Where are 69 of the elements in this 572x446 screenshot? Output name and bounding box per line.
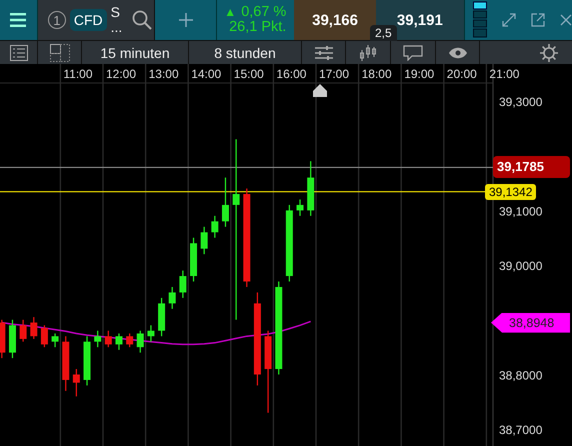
menu-icon [10,13,26,27]
position-marker-icon[interactable] [313,84,327,97]
candlestick [72,369,80,396]
average-price-tag: 38,8948 [491,312,570,333]
candlestick [84,336,91,386]
candlestick [136,330,144,353]
time-label: 18:00 [362,67,392,81]
time-label: 21:00 [489,67,520,81]
candlestick [307,161,314,216]
up-arrow-icon: ▲ [224,5,236,20]
candlestick [0,320,6,358]
candlestick [30,317,38,339]
candlestick [40,325,48,348]
candlestick [200,226,208,254]
popout-icon[interactable] [530,13,545,27]
candlestick [115,333,122,350]
candlestick [62,336,70,391]
time-label: 16:00 [276,67,306,81]
time-label: 11:00 [63,67,93,81]
instrument-type-badge: CFD [70,9,107,31]
price-line-tag: 39,1342 [485,184,536,200]
candlestick [190,238,198,282]
interval-button[interactable]: 15 minuten [82,41,189,64]
price-label: 39,1000 [499,204,542,218]
time-label: 17:00 [319,67,350,81]
candlestick [104,330,112,348]
range-button[interactable]: 8 stunden [189,41,302,64]
bid-button[interactable]: 39,166 [294,0,376,40]
level-bars-icon [472,1,487,39]
expand-icon[interactable] [502,13,516,27]
candlestick [158,298,166,336]
candlestick [179,270,186,298]
candlestick [20,320,27,342]
symbol-more: ... [110,20,122,35]
plus-icon [178,13,192,27]
current-price-tag: 39,1785 [493,156,570,178]
eye-icon [448,46,466,58]
close-icon[interactable] [560,14,572,26]
price-label: 38,8000 [499,368,542,382]
time-label: 19:00 [404,67,434,81]
candlestick [222,178,229,227]
time-label: 12:00 [106,67,136,81]
time-label: 14:00 [191,67,222,81]
candlestick [52,333,59,348]
symbol: S [110,5,121,20]
candlestick [147,325,154,342]
price-label: 39,0000 [499,259,542,274]
change-percent: 0,67 % [241,5,286,20]
candlestick [211,216,218,238]
candlestick [168,286,176,309]
speech-bubble-icon [403,44,423,60]
candlestick-icon [359,44,377,60]
candlestick [94,330,102,348]
spread-badge: 2,5 [370,25,397,41]
candlestick [8,320,16,358]
candlestick [126,333,134,348]
settings-icon [540,44,558,62]
layout-icon [50,44,70,62]
time-label: 15:00 [234,67,264,81]
search-icon[interactable] [132,10,152,30]
time-label: 13:00 [148,67,179,81]
list-icon [10,44,28,60]
candlestick [296,199,304,216]
price-label: 39,3000 [499,95,542,109]
sliders-icon [314,46,332,60]
price-label: 38,7000 [499,423,542,438]
time-label: 20:00 [446,67,477,81]
change-points: 26,1 Pkt. [229,20,286,35]
count-badge: 1 [48,11,66,29]
